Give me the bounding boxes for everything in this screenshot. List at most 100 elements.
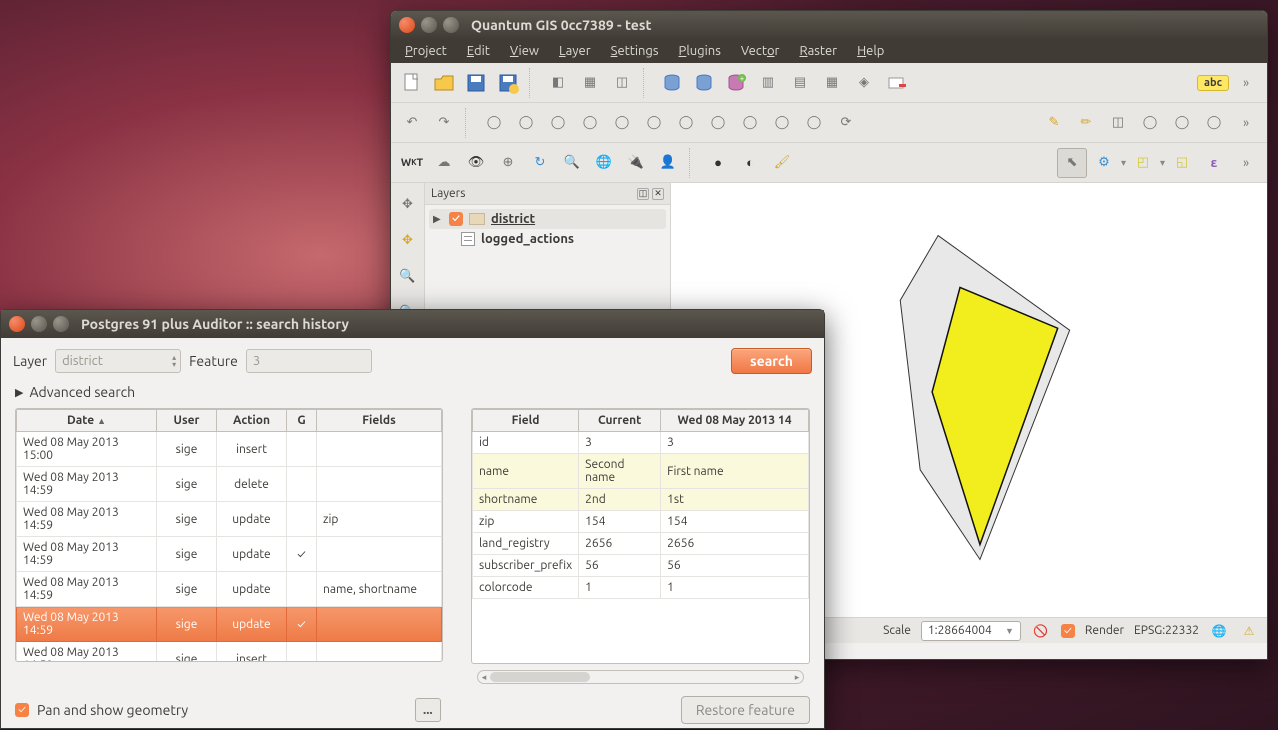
table-row[interactable]: id33 — [473, 432, 809, 454]
pointer-icon[interactable]: ⬉ — [1057, 148, 1087, 178]
select-rect-icon[interactable]: ◰ — [1128, 148, 1158, 178]
render-checkbox[interactable]: ✓ — [1061, 624, 1075, 638]
blob14-icon[interactable]: ◯ — [1199, 108, 1229, 138]
table-row[interactable]: Wed 08 May 2013 15:00sigeinsert — [17, 432, 442, 467]
table-row[interactable]: Wed 08 May 2013 14:59sigeupdate✓ — [17, 607, 442, 642]
maximize-icon[interactable] — [443, 17, 459, 33]
search-button[interactable]: search — [731, 348, 812, 374]
layer-district[interactable]: ▶ ✓ district — [429, 209, 666, 229]
brush-icon[interactable]: 🖌 — [767, 148, 797, 178]
stop-render-icon[interactable]: 🚫 — [1031, 621, 1051, 641]
scroll-thumb[interactable] — [490, 672, 590, 682]
close-icon[interactable] — [9, 316, 25, 332]
undo-icon[interactable]: ↶ — [397, 108, 427, 138]
warning-icon[interactable]: ⚠ — [1239, 621, 1259, 641]
menu-help[interactable]: Help — [849, 42, 892, 60]
circle-icon[interactable]: ● — [703, 148, 733, 178]
scroll-right-icon[interactable]: ▸ — [791, 671, 803, 683]
restore-feature-button[interactable]: Restore feature — [681, 696, 810, 724]
horizontal-scrollbar[interactable]: ◂ ▸ — [477, 670, 804, 684]
table-row[interactable]: subscriber_prefix5656 — [473, 555, 809, 577]
col-old[interactable]: Wed 08 May 2013 14 — [661, 410, 809, 432]
pan-geometry-checkbox[interactable]: ✓ — [15, 703, 29, 717]
crs-icon[interactable]: 🌐 — [1209, 621, 1229, 641]
table-row[interactable]: zip154154 — [473, 511, 809, 533]
layer-logged-actions[interactable]: logged_actions — [429, 229, 666, 249]
blob6-icon[interactable]: ◯ — [639, 108, 669, 138]
user-icon[interactable]: 👤 — [653, 148, 683, 178]
col-date[interactable]: Date▲ — [17, 410, 157, 432]
scale-input[interactable]: 1:28664004▼ — [921, 621, 1021, 641]
wms-icon[interactable]: ▥ — [753, 68, 783, 98]
pan-select-icon[interactable]: ✥ — [393, 225, 423, 255]
table-row[interactable]: Wed 08 May 2013 14:59sigeupdatename, sho… — [17, 572, 442, 607]
col-current[interactable]: Current — [579, 410, 661, 432]
palette-icon[interactable]: ◐ — [735, 148, 765, 178]
layer-combo[interactable]: district▴▾ — [55, 349, 181, 373]
overflow-icon[interactable]: » — [1231, 68, 1261, 98]
search-world-icon[interactable]: 🔍 — [557, 148, 587, 178]
csv-icon[interactable]: ▦ — [817, 68, 847, 98]
gps-icon[interactable]: ◈ — [849, 68, 879, 98]
menu-raster[interactable]: Raster — [791, 42, 845, 60]
expand-icon[interactable]: ▶ — [433, 213, 443, 225]
add-vector-icon[interactable]: ◧ — [543, 68, 573, 98]
save-icon[interactable] — [461, 68, 491, 98]
db2-icon[interactable] — [689, 68, 719, 98]
feature-input[interactable]: 3 — [246, 349, 372, 373]
add-raster-icon[interactable]: ▦ — [575, 68, 605, 98]
table-row[interactable]: colorcode11 — [473, 577, 809, 599]
panel-close-icon[interactable]: ✕ — [652, 188, 664, 200]
zoom-in-icon[interactable]: 🔍 — [393, 261, 423, 291]
pencil-icon[interactable]: ✏ — [1071, 108, 1101, 138]
menu-edit[interactable]: Edit — [459, 42, 498, 60]
table-row[interactable]: Wed 08 May 2013 14:59sigeupdate✓ — [17, 537, 442, 572]
blob3-icon[interactable]: ◯ — [543, 108, 573, 138]
db-icon[interactable] — [657, 68, 687, 98]
save-edits-icon[interactable]: ◫ — [1103, 108, 1133, 138]
open-icon[interactable] — [429, 68, 459, 98]
save-as-icon[interactable] — [493, 68, 523, 98]
layer-visibility-checkbox[interactable]: ✓ — [449, 212, 463, 226]
blob12-icon[interactable]: ◯ — [1135, 108, 1165, 138]
blob13-icon[interactable]: ◯ — [1167, 108, 1197, 138]
panel-float-icon[interactable]: ◫ — [637, 188, 649, 200]
gear-icon[interactable]: ⚙ — [1089, 148, 1119, 178]
remove-layer-icon[interactable] — [881, 68, 911, 98]
reload-icon[interactable]: ↻ — [525, 148, 555, 178]
advanced-search-toggle[interactable]: ▶ Advanced search — [1, 380, 824, 408]
plug-icon[interactable]: 🔌 — [621, 148, 651, 178]
blob-icon[interactable]: ◯ — [479, 108, 509, 138]
minimize-icon[interactable] — [31, 316, 47, 332]
redo-icon[interactable]: ↷ — [429, 108, 459, 138]
blob2-icon[interactable]: ◯ — [511, 108, 541, 138]
blob10-icon[interactable]: ◯ — [767, 108, 797, 138]
blob4-icon[interactable]: ◯ — [575, 108, 605, 138]
pan-icon[interactable]: ✥ — [393, 189, 423, 219]
blob8-icon[interactable]: ◯ — [703, 108, 733, 138]
minimize-icon[interactable] — [421, 17, 437, 33]
menu-view[interactable]: View — [502, 42, 547, 60]
table-row[interactable]: nameSecond nameFirst name — [473, 454, 809, 489]
blob5-icon[interactable]: ◯ — [607, 108, 637, 138]
col-fields[interactable]: Fields — [317, 410, 442, 432]
abc-badge[interactable]: abc — [1197, 75, 1229, 91]
maximize-icon[interactable] — [53, 316, 69, 332]
blob9-icon[interactable]: ◯ — [735, 108, 765, 138]
compass-icon[interactable]: ⊕ — [493, 148, 523, 178]
menu-settings[interactable]: Settings — [603, 42, 667, 60]
table-row[interactable]: shortname2nd1st — [473, 489, 809, 511]
overflow2-icon[interactable]: » — [1231, 108, 1261, 138]
menu-plugins[interactable]: Plugins — [671, 42, 729, 60]
close-icon[interactable] — [399, 17, 415, 33]
globe-icon[interactable]: 🌐 — [589, 148, 619, 178]
wkt-icon[interactable]: WKT — [397, 148, 427, 178]
add-db-layer-icon[interactable]: ◫ — [607, 68, 637, 98]
table-row[interactable]: land_registry26562656 — [473, 533, 809, 555]
col-field[interactable]: Field — [473, 410, 579, 432]
table-row[interactable]: Wed 08 May 2013 14:59sigedelete — [17, 467, 442, 502]
blob7-icon[interactable]: ◯ — [671, 108, 701, 138]
dialog-titlebar[interactable]: Postgres 91 plus Auditor :: search histo… — [1, 310, 824, 338]
menu-layer[interactable]: Layer — [551, 42, 599, 60]
new-file-icon[interactable] — [397, 68, 427, 98]
